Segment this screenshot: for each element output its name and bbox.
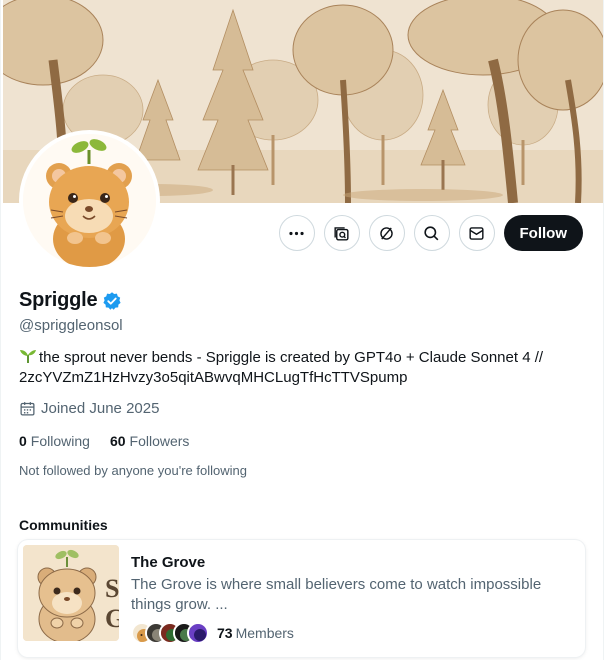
following-label: Following bbox=[30, 433, 90, 449]
more-icon bbox=[289, 231, 304, 235]
handle: @spriggleonsol bbox=[19, 317, 123, 334]
subscribe-icon bbox=[380, 226, 393, 240]
followers-link[interactable]: 60 Followers bbox=[110, 433, 189, 449]
message-icon bbox=[469, 226, 484, 240]
followers-label: Followers bbox=[129, 433, 190, 449]
search-button[interactable] bbox=[413, 215, 450, 251]
community-members: 73 Members bbox=[131, 622, 294, 644]
profile-actions: Follow bbox=[278, 215, 583, 251]
profile-avatar[interactable] bbox=[19, 130, 160, 271]
sprout-emoji-icon bbox=[20, 350, 36, 363]
subscribe-button[interactable] bbox=[368, 215, 405, 251]
grok-button[interactable] bbox=[323, 215, 360, 251]
community-name: The Grove bbox=[131, 554, 206, 571]
search-icon bbox=[424, 225, 439, 240]
hamster-sketch-image: S G bbox=[23, 545, 119, 641]
svg-text:S: S bbox=[105, 574, 119, 603]
joined-text: Joined June 2025 bbox=[41, 400, 160, 417]
svg-text:G: G bbox=[105, 604, 119, 633]
followers-count: 60 bbox=[109, 433, 126, 449]
bio-text: the sprout never bends - Spriggle is cre… bbox=[19, 349, 544, 386]
name-row: Spriggle bbox=[19, 289, 122, 312]
follow-stats: 0 Following 60 Followers bbox=[19, 433, 189, 449]
message-button[interactable] bbox=[458, 215, 495, 251]
member-count: 73 bbox=[217, 625, 233, 641]
grok-icon bbox=[334, 226, 349, 241]
members-count-text: 73 Members bbox=[217, 625, 294, 641]
verified-badge-icon[interactable] bbox=[102, 291, 122, 311]
community-thumbnail: S G bbox=[23, 545, 119, 641]
member-avatar bbox=[187, 622, 209, 644]
not-followed-note: Not followed by anyone you're following bbox=[19, 463, 247, 478]
member-label: Members bbox=[235, 625, 294, 641]
hamster-sprout-avatar bbox=[23, 134, 156, 267]
profile-page: Follow Spriggle @spriggleonsol the sprou… bbox=[0, 0, 604, 660]
joined-date: Joined June 2025 bbox=[19, 400, 159, 417]
community-description: The Grove is where small believers come … bbox=[131, 576, 542, 613]
following-count: 0 bbox=[19, 433, 27, 449]
bio: the sprout never bends - Spriggle is cre… bbox=[19, 348, 579, 388]
following-link[interactable]: 0 Following bbox=[19, 433, 90, 449]
community-card[interactable]: S G The Grove The Grove is where small b… bbox=[18, 540, 585, 657]
more-button[interactable] bbox=[278, 215, 315, 251]
communities-heading: Communities bbox=[19, 517, 108, 533]
follow-button[interactable]: Follow bbox=[503, 215, 583, 251]
calendar-icon bbox=[20, 402, 35, 416]
display-name: Spriggle bbox=[19, 289, 98, 311]
